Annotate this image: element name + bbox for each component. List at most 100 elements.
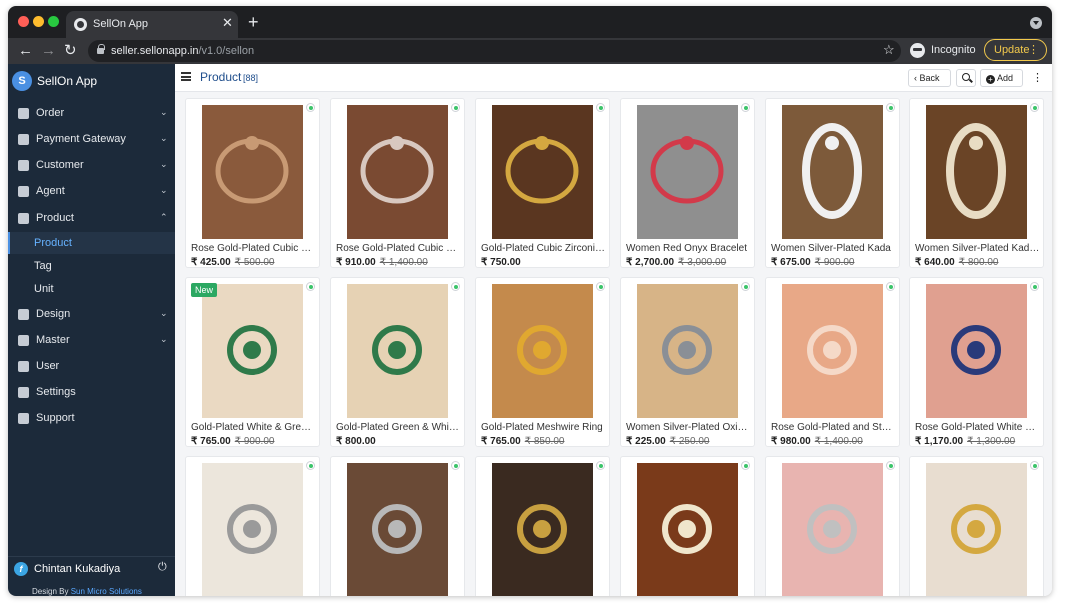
product-card[interactable] xyxy=(330,456,465,596)
product-name: Women Red Onyx Bracelet xyxy=(626,243,747,254)
sidebar-item-user[interactable]: User xyxy=(8,356,175,378)
product-card[interactable] xyxy=(185,456,320,596)
minimize-window-button[interactable] xyxy=(33,16,44,27)
more-options-icon[interactable]: ⋮ xyxy=(1028,69,1043,87)
product-card[interactable]: Gold-Plated Meshwire Ring ₹ 765.00 ₹ 850.0… xyxy=(475,277,610,447)
sidebar-item-product[interactable]: Product ⌃ xyxy=(8,208,175,230)
sidebar-subitem-unit[interactable]: Unit xyxy=(8,278,175,300)
user-name[interactable]: Chintan Kukadiya xyxy=(34,563,120,575)
product-image[interactable] xyxy=(926,284,1027,418)
product-card[interactable] xyxy=(620,456,755,596)
product-name: Rose Gold-Plated Cubic Zirconia Bangle xyxy=(191,243,316,254)
reload-icon[interactable]: ↻ xyxy=(64,42,77,60)
forward-arrow-icon[interactable]: → xyxy=(41,42,56,60)
active-status-icon xyxy=(886,282,895,291)
sidebar-item-settings[interactable]: Settings xyxy=(8,382,175,404)
product-card[interactable]: Rose Gold-Plated Cubic Zirconia Bangle ₹ … xyxy=(185,98,320,268)
active-status-icon xyxy=(596,461,605,470)
product-image[interactable] xyxy=(202,284,303,418)
product-card[interactable] xyxy=(765,456,900,596)
sidebar-item-label: Product xyxy=(36,212,74,224)
product-card[interactable]: New Gold-Plated White & Green Ring ₹ 765.0… xyxy=(185,277,320,447)
close-tab-icon[interactable]: ✕ xyxy=(222,16,233,30)
product-card[interactable]: Women Silver-Plated Kada ₹ 675.00 ₹ 900.00 xyxy=(765,98,900,268)
product-image[interactable] xyxy=(347,284,448,418)
product-image[interactable] xyxy=(492,463,593,596)
product-price: ₹ 1,170.00 xyxy=(915,436,964,447)
chevron-up-icon: ⌃ xyxy=(160,212,168,222)
product-card[interactable] xyxy=(475,456,610,596)
product-card[interactable]: Rose Gold-Plated Cubic Zirconia Bracelet… xyxy=(330,98,465,268)
product-image[interactable] xyxy=(637,463,738,596)
bookmark-star-icon[interactable]: ☆ xyxy=(883,42,895,58)
sidebar-item-label: Agent xyxy=(36,185,65,197)
product-card[interactable]: Rose Gold-Plated and Stone Ring ₹ 980.00₹… xyxy=(765,277,900,447)
product-card[interactable]: Gold-Plated Cubic Zirconia Bracelet ₹ 750… xyxy=(475,98,610,268)
sidebar-item-order[interactable]: Order ⌄ xyxy=(8,103,175,125)
product-image[interactable] xyxy=(492,105,593,239)
sidebar-subitem-tag[interactable]: Tag xyxy=(8,255,175,277)
product-mrp: ₹ 900.00 xyxy=(814,257,855,268)
cart-icon xyxy=(18,108,29,119)
chevron-down-icon: ⌄ xyxy=(160,334,168,344)
product-card[interactable]: Women Silver-Plated Kada Bracelet ₹ 640.0… xyxy=(909,98,1044,268)
product-card[interactable]: Rose Gold-Plated White Ring ₹ 1,170.00 ₹ 1… xyxy=(909,277,1044,447)
product-price: ₹ 675.00 xyxy=(771,257,811,268)
product-card[interactable]: Women Red Onyx Bracelet ₹ 2,700.00 ₹ 3,000… xyxy=(620,98,755,268)
product-image[interactable] xyxy=(202,105,303,239)
design-by-company[interactable]: Sun Micro Solutions xyxy=(71,587,142,596)
back-arrow-icon[interactable]: ← xyxy=(18,42,33,60)
active-status-icon xyxy=(596,103,605,112)
product-image[interactable] xyxy=(782,105,883,239)
user-avatar-icon: f xyxy=(14,562,28,576)
sidebar-item-agent[interactable]: Agent ⌄ xyxy=(8,181,175,203)
active-status-icon xyxy=(1030,461,1039,470)
sidebar-item-support[interactable]: Support xyxy=(8,408,175,430)
chevron-down-icon: ⌄ xyxy=(160,133,168,143)
tab-search-icon[interactable] xyxy=(1030,17,1042,29)
sidebar-item-master[interactable]: Master ⌄ xyxy=(8,330,175,352)
product-card[interactable] xyxy=(909,456,1044,596)
sidebar-item-design[interactable]: Design ⌄ xyxy=(8,304,175,326)
product-image[interactable] xyxy=(782,284,883,418)
maximize-window-button[interactable] xyxy=(48,16,59,27)
product-card[interactable]: Women Silver-Plated Oxidised Ring ₹ 225.0… xyxy=(620,277,755,447)
product-image[interactable] xyxy=(202,463,303,596)
brand-logo-icon: S xyxy=(12,71,32,91)
product-image[interactable] xyxy=(782,463,883,596)
browser-tab[interactable]: SellOn App ✕ xyxy=(66,11,238,38)
sidebar-subitem-product[interactable]: Product xyxy=(8,232,175,254)
brand[interactable]: S SellOn App xyxy=(12,70,172,92)
product-price: ₹ 765.00 xyxy=(481,436,521,447)
back-button[interactable]: ‹ Back xyxy=(908,69,951,87)
address-bar[interactable]: seller.sellonapp.in/v1.0/sellon ☆ xyxy=(88,40,901,62)
browser-menu-icon[interactable]: ⋮ xyxy=(1028,43,1039,56)
product-price: ₹ 425.00 xyxy=(191,257,231,268)
new-tab-button[interactable]: + xyxy=(248,12,259,32)
close-window-button[interactable] xyxy=(18,16,29,27)
power-icon[interactable]: ⏻ xyxy=(158,561,167,574)
product-card[interactable]: Gold-Plated Green & White Ring ₹ 800.00 xyxy=(330,277,465,447)
product-image[interactable] xyxy=(637,105,738,239)
product-image[interactable] xyxy=(926,105,1027,239)
active-status-icon xyxy=(306,282,315,291)
product-name: Women Silver-Plated Kada Bracelet xyxy=(915,243,1040,254)
product-price: ₹ 910.00 xyxy=(336,257,376,268)
product-image[interactable] xyxy=(926,463,1027,596)
product-image[interactable] xyxy=(492,284,593,418)
add-label: Add xyxy=(997,73,1014,83)
sidebar-item-payment-gateway[interactable]: Payment Gateway ⌄ xyxy=(8,129,175,151)
product-image[interactable] xyxy=(637,284,738,418)
product-image[interactable] xyxy=(347,463,448,596)
price-row: ₹ 1,170.00 ₹ 1,300.00 xyxy=(915,436,1043,447)
add-button[interactable]: + Add xyxy=(980,69,1023,87)
update-button[interactable]: Update ⋮ xyxy=(984,39,1047,61)
product-name: Rose Gold-Plated White Ring xyxy=(915,422,1040,433)
hamburger-menu-icon[interactable] xyxy=(181,72,191,81)
active-status-icon xyxy=(886,461,895,470)
search-button[interactable] xyxy=(956,69,976,87)
product-image[interactable] xyxy=(347,105,448,239)
layers-icon xyxy=(18,335,29,346)
sidebar-item-customer[interactable]: Customer ⌄ xyxy=(8,155,175,177)
price-row: ₹ 800.00 xyxy=(336,436,464,447)
